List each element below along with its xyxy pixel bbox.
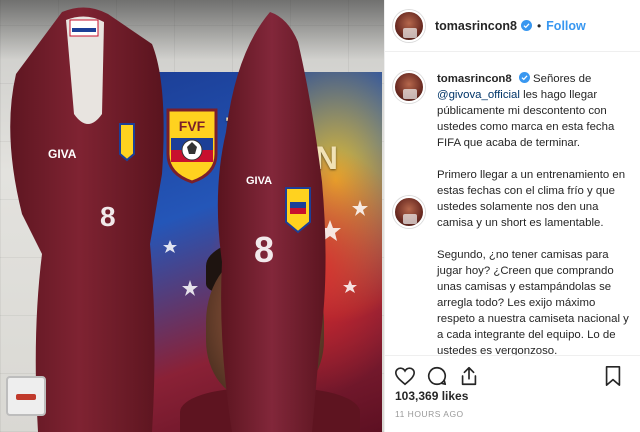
follow-button[interactable]: Follow <box>546 19 586 33</box>
fvf-crest-logo: FVF <box>166 108 218 184</box>
username[interactable]: tomasrincon8 <box>435 19 517 33</box>
hanging-jersey-left: GIVA 8 <box>10 7 164 432</box>
caption-paragraph-2: Primero llegar a un entrenamiento en est… <box>437 169 626 229</box>
jersey-number-left: 8 <box>100 201 116 232</box>
hanging-jersey-right: GIVA 8 <box>217 12 326 432</box>
caption-username[interactable]: tomasrincon8 <box>437 73 512 85</box>
caption-verified-badge-icon <box>518 72 530 83</box>
jersey-number-right: 8 <box>254 229 274 270</box>
jersey-brand-right: GIVA <box>246 175 272 187</box>
likes-count[interactable]: 103,369 likes <box>395 389 468 403</box>
jersey-brand-left: GIVA <box>48 147 77 161</box>
caption-text: tomasrincon8 Señores de @givova_official… <box>437 71 629 355</box>
secondary-avatar[interactable] <box>393 196 425 228</box>
comments-area[interactable]: tomasrincon8 Señores de @givova_official… <box>385 53 640 355</box>
caption: tomasrincon8 Señores de @givova_official… <box>393 71 629 355</box>
caption-paragraph-3: Segundo, ¿no tener camisas para jugar ho… <box>437 249 629 355</box>
verified-badge-icon <box>520 20 532 31</box>
bookmark-icon[interactable] <box>601 364 625 388</box>
caption-lead: Señores de <box>529 73 592 85</box>
crest-text: FVF <box>179 118 206 134</box>
post-header: tomasrincon8 • Follow <box>385 0 640 52</box>
locker-number-plate <box>6 376 46 416</box>
avatar[interactable] <box>393 9 425 42</box>
comment-icon[interactable] <box>425 364 449 388</box>
heart-icon[interactable] <box>393 364 417 388</box>
caption-avatar[interactable] <box>393 71 425 103</box>
mention-link[interactable]: @givova_official <box>437 89 520 101</box>
post-side-panel: tomasrincon8 • Follow tomasrincon8 Señor… <box>384 0 640 432</box>
separator-dot: • <box>536 18 542 33</box>
share-icon[interactable] <box>457 364 481 388</box>
post-photo[interactable]: FVF T ON GIVA 8 GIVA <box>0 0 384 432</box>
post-time-ago[interactable]: 11 HOURS AGO <box>395 409 464 419</box>
